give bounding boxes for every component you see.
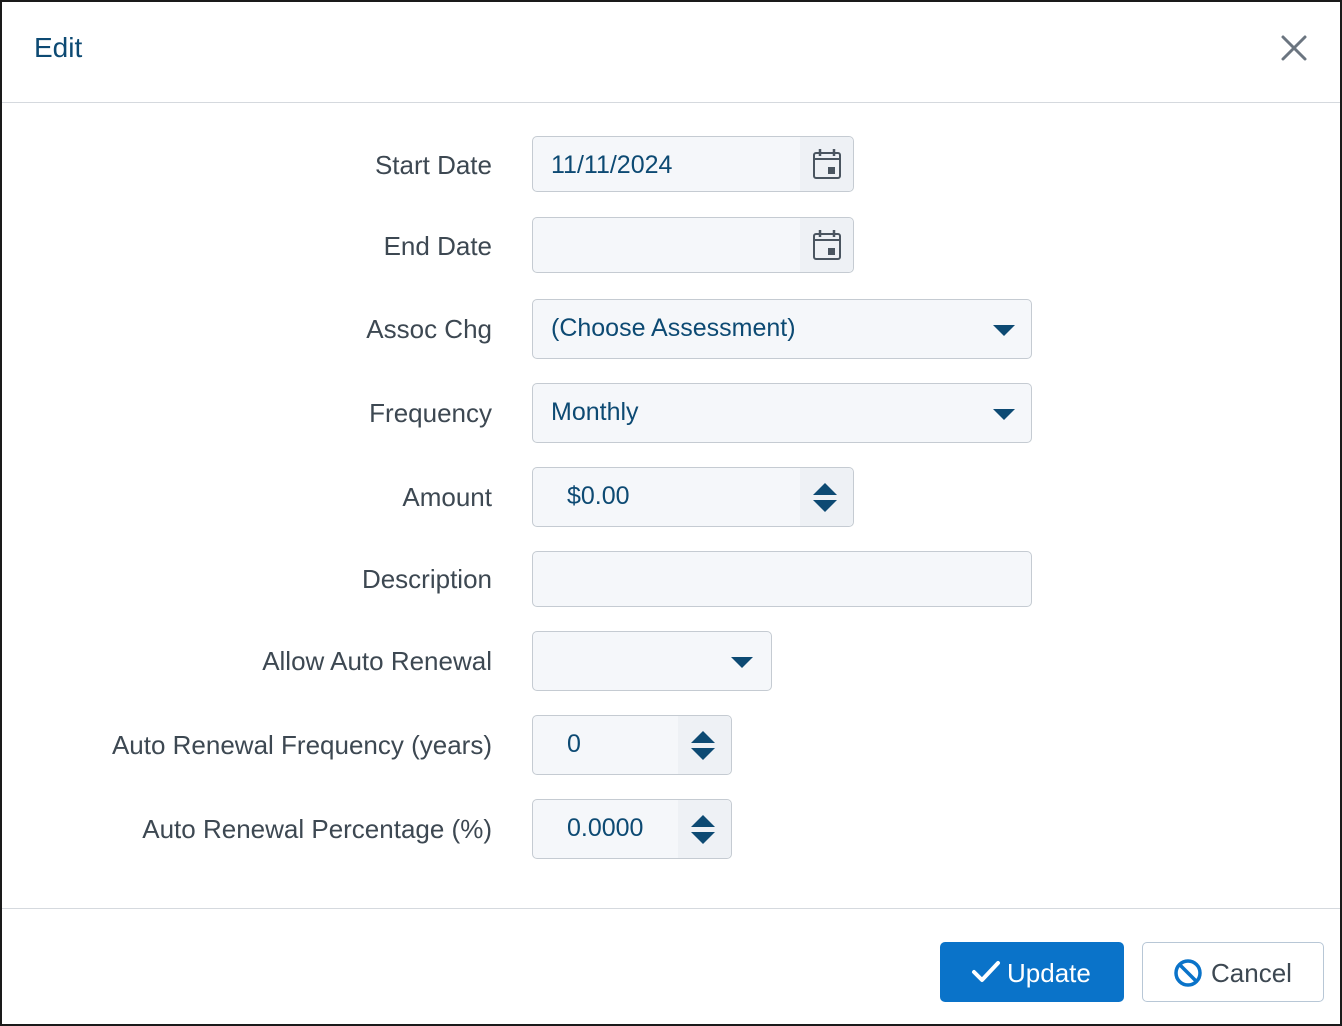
frequency-select[interactable]: Monthly <box>532 383 1032 443</box>
auto-renewal-frequency-value: 0 <box>567 730 581 758</box>
auto-renewal-percentage-label: Auto Renewal Percentage (%) <box>142 814 492 844</box>
caret-down-icon <box>993 325 1015 336</box>
footer-divider <box>2 908 1340 909</box>
spinner-icon <box>813 483 837 513</box>
calendar-icon <box>813 149 841 179</box>
auto-renewal-percentage-spinner[interactable] <box>677 800 731 858</box>
caret-down-icon <box>731 657 753 668</box>
end-date-picker-button[interactable] <box>799 218 853 272</box>
end-date-input[interactable] <box>532 217 854 273</box>
edit-dialog: Edit Start Date 11/11/2024 End Date Asso… <box>0 0 1342 1026</box>
start-date-value: 11/11/2024 <box>551 151 673 179</box>
caret-down-icon <box>993 409 1015 420</box>
end-date-label: End Date <box>383 231 492 261</box>
update-button[interactable]: Update <box>940 942 1124 1002</box>
allow-auto-renewal-select[interactable] <box>532 631 772 691</box>
amount-input[interactable]: $0.00 <box>532 467 854 527</box>
auto-renewal-percentage-input[interactable]: 0.0000 <box>532 799 732 859</box>
description-input[interactable] <box>532 551 1032 607</box>
amount-label: Amount <box>402 482 492 512</box>
start-date-input[interactable]: 11/11/2024 <box>532 136 854 192</box>
assoc-chg-select[interactable]: (Choose Assessment) <box>532 299 1032 359</box>
amount-value: $0.00 <box>567 482 630 510</box>
amount-spinner[interactable] <box>799 468 853 526</box>
calendar-icon <box>813 230 841 260</box>
auto-renewal-percentage-value: 0.0000 <box>567 814 644 842</box>
start-date-picker-button[interactable] <box>799 137 853 191</box>
cancel-button[interactable]: Cancel <box>1142 942 1324 1002</box>
spinner-icon <box>691 815 715 845</box>
close-icon[interactable] <box>1278 32 1310 64</box>
cancel-button-label: Cancel <box>1211 958 1292 988</box>
checkmark-icon <box>972 961 1000 982</box>
update-button-label: Update <box>1007 958 1091 988</box>
auto-renewal-frequency-label: Auto Renewal Frequency (years) <box>111 730 492 760</box>
start-date-label: Start Date <box>374 150 492 180</box>
frequency-value: Monthly <box>551 398 639 426</box>
dialog-header: Edit <box>2 2 1340 103</box>
frequency-label: Frequency <box>369 398 492 428</box>
description-label: Description <box>361 564 492 594</box>
dialog-title: Edit <box>34 32 83 63</box>
auto-renewal-frequency-input[interactable]: 0 <box>532 715 732 775</box>
ban-icon <box>1174 959 1202 987</box>
assoc-chg-label: Assoc Chg <box>366 314 492 344</box>
allow-auto-renewal-label: Allow Auto Renewal <box>262 646 492 676</box>
spinner-icon <box>691 731 715 761</box>
auto-renewal-frequency-spinner[interactable] <box>677 716 731 774</box>
assoc-chg-value: (Choose Assessment) <box>551 314 796 342</box>
